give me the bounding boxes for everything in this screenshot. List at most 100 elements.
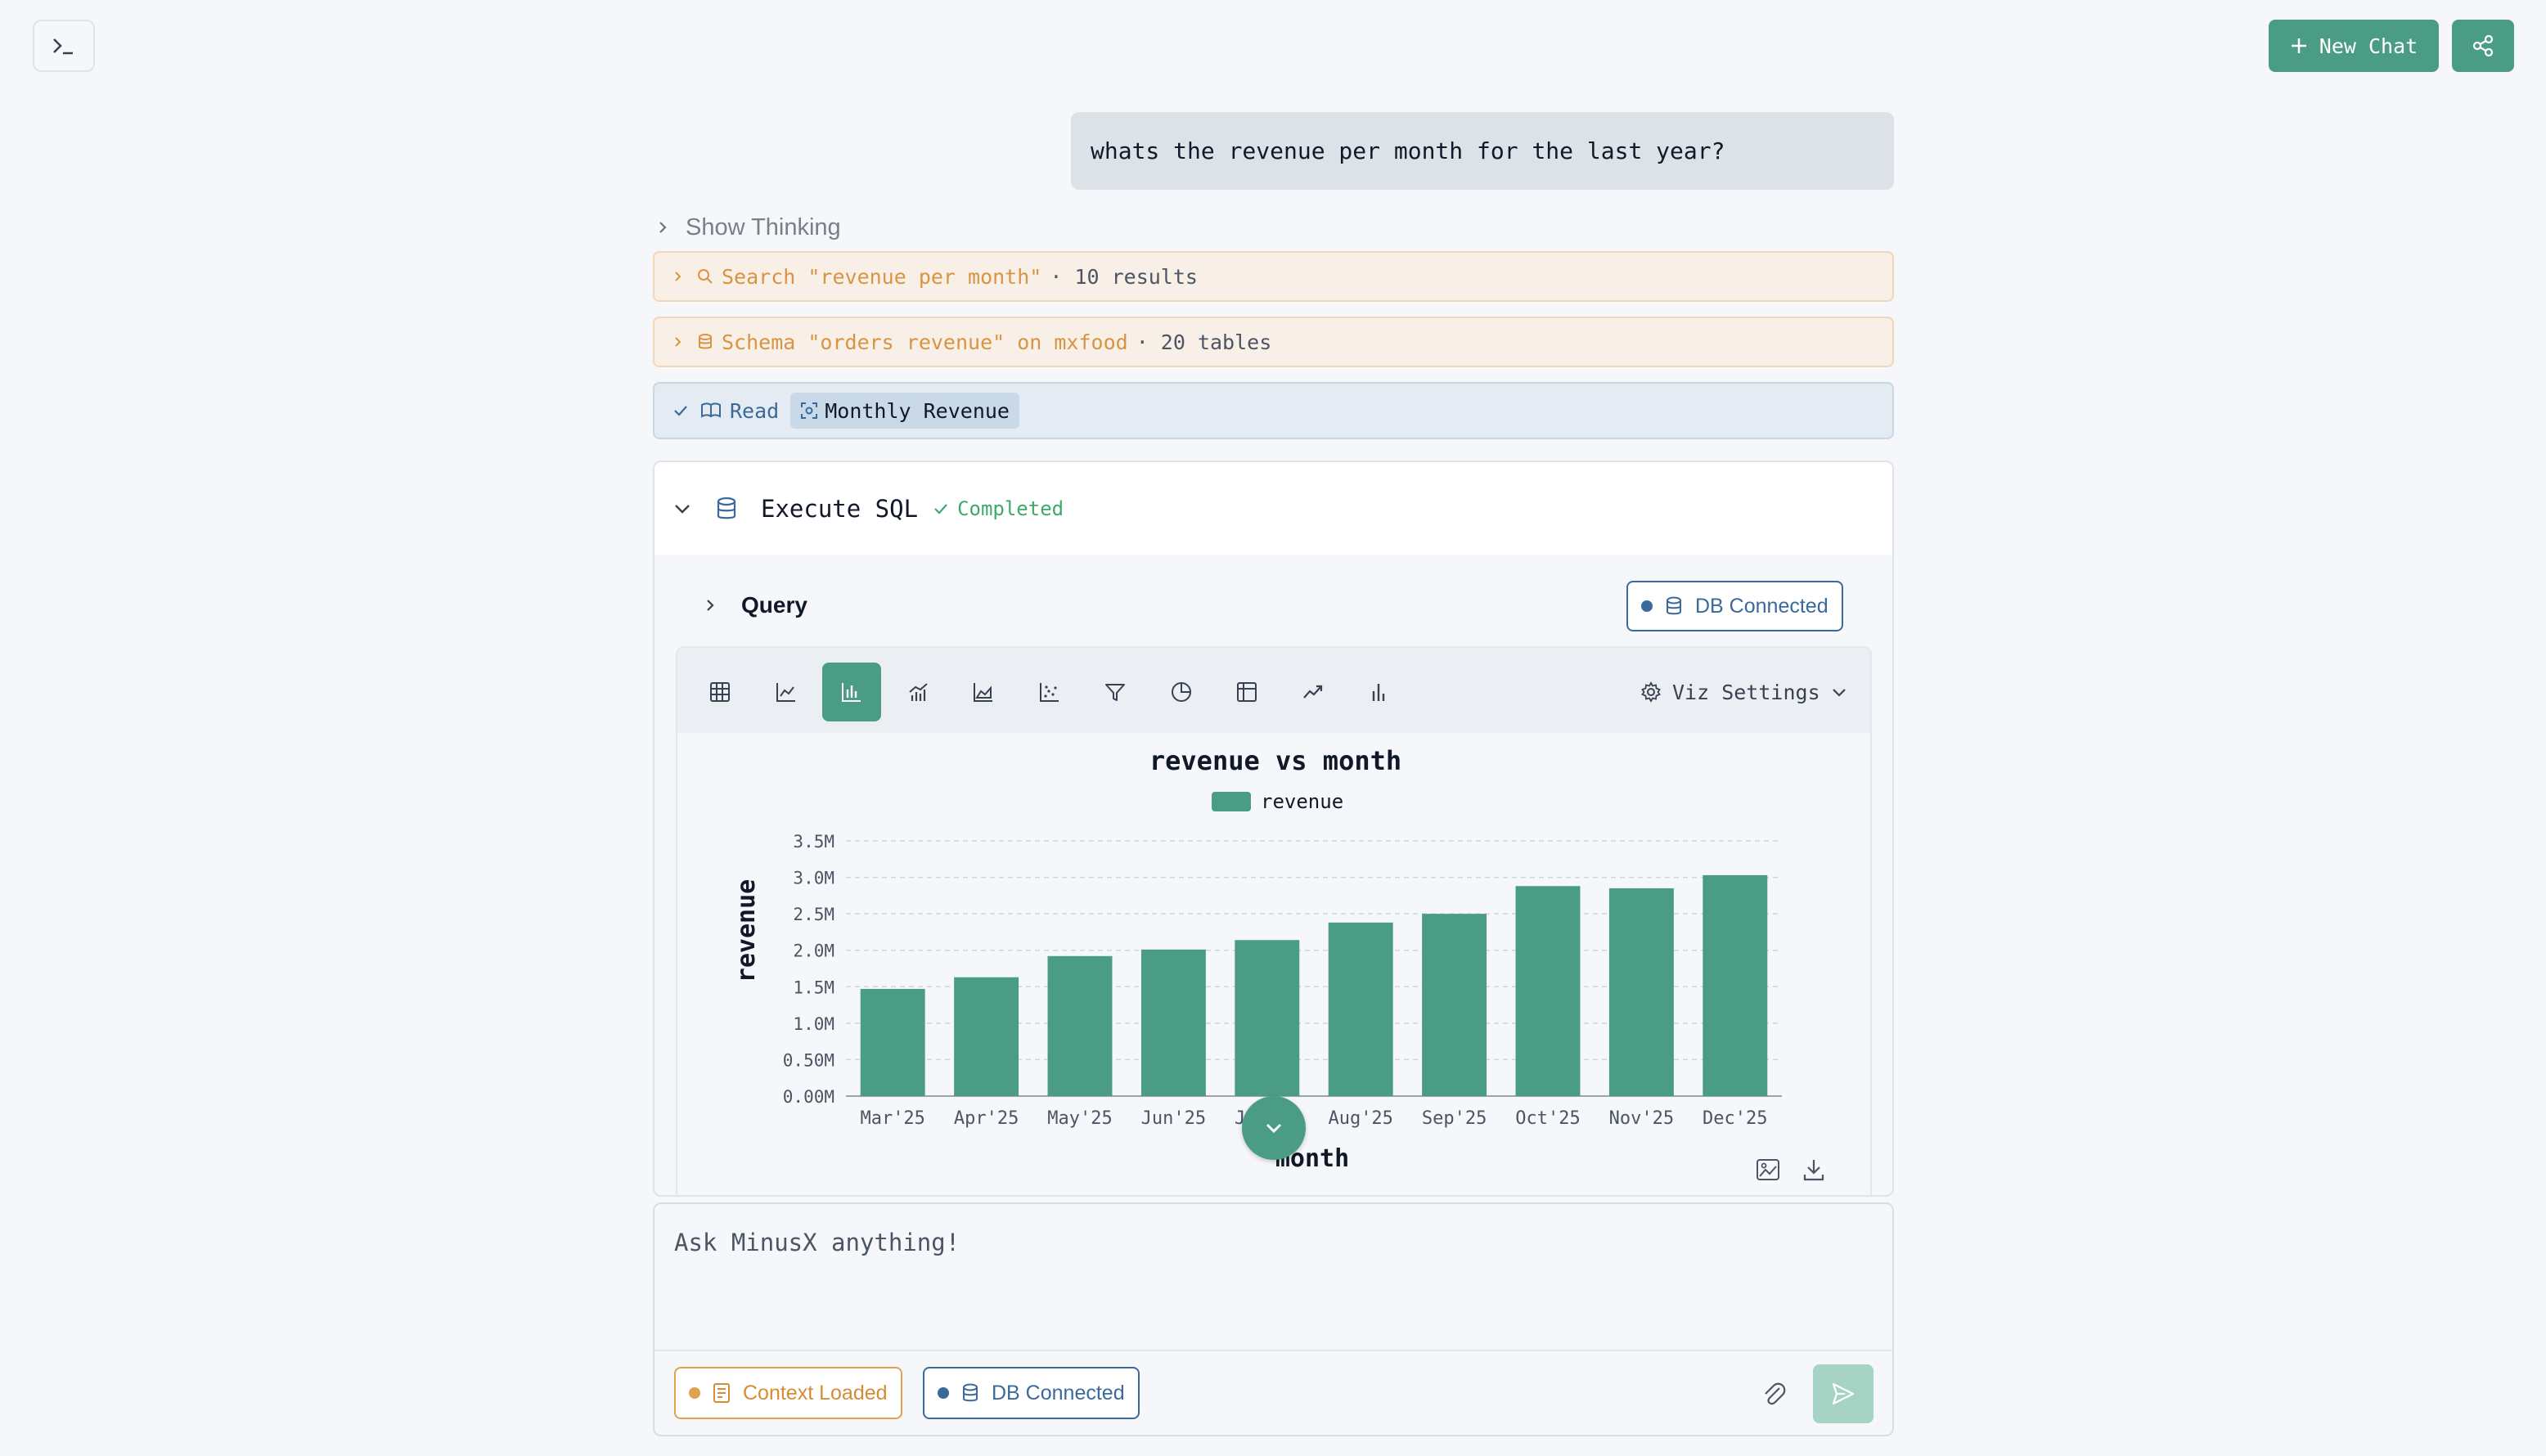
x-tick-label: May'25 — [1047, 1108, 1112, 1129]
bar-Mar'25[interactable] — [860, 988, 925, 1096]
pie-chart-icon — [1171, 682, 1191, 702]
status-dot — [689, 1387, 700, 1399]
execute-sql-status-label: Completed — [957, 497, 1064, 520]
terminal-toggle-button[interactable] — [33, 20, 95, 72]
execute-sql-title: Execute SQL — [761, 494, 919, 523]
search-query: Search "revenue per month" — [722, 264, 1042, 289]
chevron-right-icon — [659, 222, 667, 233]
save-image-icon[interactable] — [1757, 1159, 1779, 1180]
check-icon — [674, 406, 687, 416]
column-chart-icon — [1372, 684, 1385, 701]
book-icon — [701, 402, 721, 418]
viz-type-button-pivot-table[interactable] — [1217, 663, 1276, 721]
search-result-count: · 10 results — [1050, 264, 1198, 289]
viz-settings-label: Viz Settings — [1672, 680, 1820, 704]
query-label: Query — [741, 592, 807, 618]
execute-sql-header[interactable]: Execute SQL Completed — [654, 462, 1892, 555]
viz-type-button-table[interactable] — [690, 663, 749, 721]
viz-type-button-combo-chart[interactable] — [888, 663, 947, 721]
context-loaded-label: Context Loaded — [743, 1381, 888, 1404]
status-dot — [1641, 600, 1653, 612]
execute-sql-status: Completed — [933, 497, 1064, 520]
viz-type-button-area-chart[interactable] — [954, 663, 1013, 721]
bar-Nov'25[interactable] — [1608, 888, 1674, 1096]
chevron-right-icon — [675, 272, 681, 281]
share-button[interactable] — [2452, 20, 2514, 72]
pivot-table-icon — [1237, 682, 1257, 702]
y-tick-label: 2.5M — [793, 905, 834, 924]
chevron-right-icon — [707, 600, 714, 611]
x-tick-label: Jun'25 — [1141, 1108, 1206, 1129]
share-icon — [2472, 34, 2494, 57]
chat-input[interactable]: Ask MinusX anything! — [674, 1229, 960, 1256]
y-tick-label: 0.00M — [783, 1087, 834, 1107]
bar-May'25[interactable] — [1047, 955, 1113, 1096]
chat-input-box: Ask MinusX anything! Context Loaded DB C… — [653, 1202, 1894, 1436]
x-tick-label: Oct'25 — [1515, 1108, 1580, 1129]
new-chat-label: New Chat — [2319, 34, 2418, 58]
db-connected-label: DB Connected — [992, 1381, 1125, 1404]
scroll-down-button[interactable] — [1242, 1096, 1306, 1160]
database-icon — [717, 497, 736, 519]
db-connected-badge[interactable]: DB Connected — [923, 1367, 1140, 1419]
send-button[interactable] — [1813, 1364, 1874, 1423]
y-tick-label: 1.5M — [793, 977, 834, 997]
viz-settings-button[interactable]: Viz Settings — [1640, 672, 1848, 712]
download-icon[interactable] — [1803, 1160, 1824, 1181]
query-toggle[interactable]: Query — [702, 587, 807, 623]
chevron-down-icon — [1266, 1123, 1282, 1134]
schema-tool-row[interactable]: Schema "orders revenue" on mxfood · 20 t… — [653, 317, 1894, 367]
bar-chart-icon — [842, 683, 861, 702]
attach-button[interactable] — [1757, 1377, 1790, 1410]
viz-type-button-trend[interactable] — [1284, 663, 1343, 721]
table-icon — [710, 682, 730, 702]
search-tool-row[interactable]: Search "revenue per month" · 10 results — [653, 251, 1894, 302]
plus-icon — [2291, 38, 2306, 53]
viz-type-button-bar-chart[interactable] — [822, 663, 881, 721]
bar-Jul'25[interactable] — [1235, 940, 1300, 1096]
viz-type-button-line-chart[interactable] — [757, 663, 816, 721]
document-icon — [713, 1383, 730, 1403]
bar-Dec'25[interactable] — [1703, 874, 1768, 1096]
y-tick-label: 2.0M — [793, 941, 834, 961]
status-dot — [938, 1387, 949, 1399]
viz-type-button-scatter-chart[interactable] — [1020, 663, 1079, 721]
y-tick-label: 1.0M — [793, 1014, 834, 1034]
x-tick-label: Mar'25 — [860, 1108, 924, 1129]
bar-Jun'25[interactable] — [1140, 949, 1206, 1096]
db-connected-badge[interactable]: DB Connected — [1626, 581, 1843, 631]
new-chat-button[interactable]: New Chat — [2269, 20, 2439, 72]
scatter-chart-icon — [1039, 683, 1059, 702]
x-tick-label: Apr'25 — [954, 1108, 1019, 1129]
chevron-down-icon — [1832, 689, 1846, 697]
viz-type-button-funnel[interactable] — [1086, 663, 1145, 721]
show-thinking-label: Show Thinking — [686, 213, 841, 240]
combo-chart-icon — [908, 683, 928, 701]
search-icon — [698, 269, 713, 284]
execute-sql-card: Execute SQL Completed Query DB Connected — [653, 461, 1894, 1197]
check-icon — [934, 503, 947, 515]
x-tick-label: Aug'25 — [1328, 1108, 1392, 1129]
input-divider — [654, 1350, 1892, 1351]
context-loaded-badge[interactable]: Context Loaded — [674, 1367, 902, 1419]
read-chip[interactable]: Monthly Revenue — [790, 393, 1019, 429]
send-icon — [1832, 1382, 1855, 1405]
bar-Oct'25[interactable] — [1515, 886, 1581, 1096]
viz-type-button-column-chart[interactable] — [1349, 663, 1408, 721]
y-tick-label: 3.5M — [793, 832, 834, 852]
bar-Apr'25[interactable] — [954, 977, 1019, 1096]
y-tick-label: 0.50M — [783, 1050, 834, 1070]
bar-Aug'25[interactable] — [1328, 922, 1393, 1096]
terminal-icon — [53, 38, 73, 55]
viz-type-button-pie-chart[interactable] — [1152, 663, 1211, 721]
schema-table-count: · 20 tables — [1136, 330, 1272, 354]
legend-swatch — [1212, 792, 1251, 811]
legend-label: revenue — [1261, 790, 1343, 813]
read-tool-row[interactable]: Read Monthly Revenue — [653, 382, 1894, 439]
viz-toolbar: Viz Settings — [677, 648, 1870, 733]
bar-Sep'25[interactable] — [1422, 914, 1487, 1096]
schema-query: Schema "orders revenue" on mxfood — [722, 330, 1128, 354]
show-thinking-toggle[interactable]: Show Thinking — [654, 209, 841, 245]
chevron-right-icon — [675, 337, 681, 347]
read-label: Read — [730, 398, 780, 423]
